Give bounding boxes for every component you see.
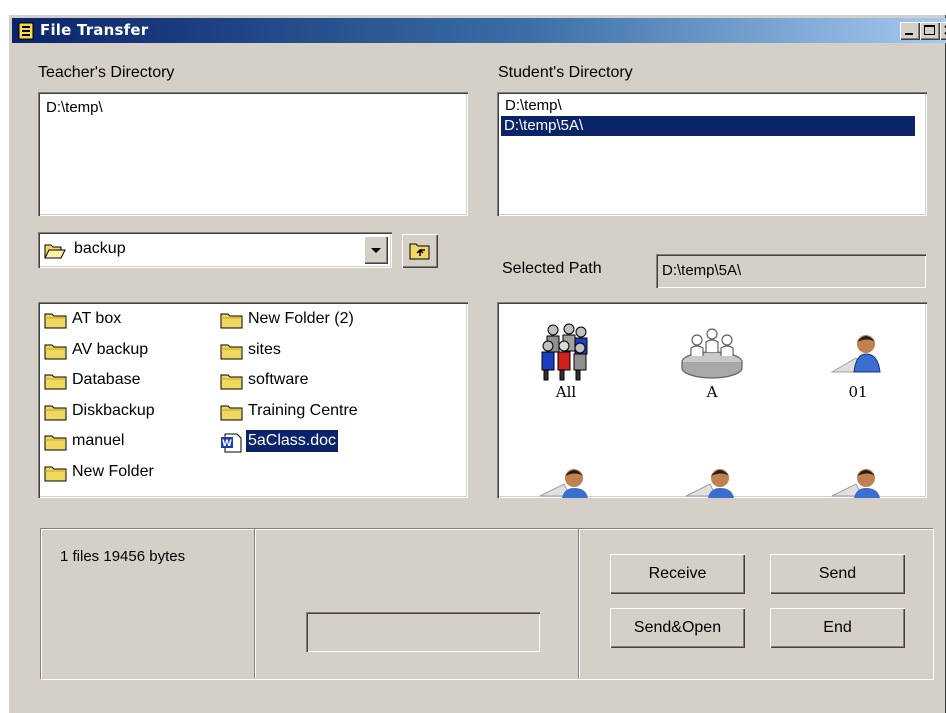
file-transfer-window: File Transfer Teacher's Directory D:\tem… [8,14,946,713]
status-divider [254,529,255,678]
teacher-file-list[interactable]: AT box AV backup Database Diskbackup manuel N… [38,302,468,498]
group-name: A [706,383,718,401]
file-name: sites [248,340,281,358]
file-name: manuel [72,432,125,449]
folder-icon [220,344,243,359]
student-computer-icon [685,469,734,498]
teacher-directory-label: Teacher's Directory [38,64,175,81]
file-name: Diskbackup [72,401,155,419]
chevron-down-icon [371,248,381,253]
minimize-icon [905,33,913,35]
group-name: 01 [848,383,868,401]
minimize-button[interactable] [900,22,920,40]
combo-dropdown-button[interactable] [364,236,388,264]
send-button[interactable]: Send [770,554,905,594]
folder-icon [44,466,67,481]
group-name: All [555,383,577,401]
class-table-icon [681,328,743,379]
teacher-directory-list[interactable]: D:\temp\ [38,92,468,216]
close-icon [944,25,946,35]
file-name: AV backup [72,340,149,358]
close-button[interactable] [940,22,946,40]
group-item-01[interactable]: 01 [803,320,913,402]
student-item[interactable] [803,466,913,498]
open-folder-icon [44,244,66,259]
student-item[interactable] [657,466,767,498]
app-icon [18,22,34,40]
folder-icon [220,374,243,390]
folder-icon [44,374,67,390]
folder-icon [44,435,67,451]
student-computer-icon [830,335,881,373]
progress-bar [306,612,540,652]
folder-icon [220,313,243,329]
student-item[interactable] [511,466,621,498]
group-item-a[interactable]: A [657,320,767,402]
group-people-icon [541,323,588,381]
folder-combo[interactable]: backup [38,232,392,268]
title-bar[interactable]: File Transfer [12,18,946,43]
maximize-icon [924,25,935,35]
student-directory-item[interactable]: D:\temp\ [502,96,565,116]
folder-icon [44,344,67,359]
student-computer-icon [539,469,588,498]
end-button[interactable]: End [770,608,905,648]
file-name: Training Centre [248,401,358,419]
window-title: File Transfer [40,21,149,39]
up-folder-icon [409,243,430,260]
maximize-button[interactable] [920,22,940,40]
receive-button[interactable]: Receive [610,554,745,594]
file-name: software [248,371,309,388]
student-directory-item-selected[interactable]: D:\temp\5A\ [501,116,915,136]
send-and-open-button[interactable]: Send&Open [610,608,745,648]
status-divider [578,529,579,678]
selected-path-label: Selected Path [502,260,602,277]
folder-icon [44,313,67,329]
student-group-view[interactable]: All A 01 [497,302,927,498]
file-name: 5aClass.doc [246,430,339,452]
folder-combo-value: backup [74,240,126,257]
student-computer-icon [831,469,880,498]
teacher-directory-item[interactable]: D:\temp\ [43,98,106,118]
file-name: New Folder (2) [248,310,354,327]
folder-icon [220,405,243,420]
file-name: New Folder [72,462,154,480]
student-directory-list[interactable]: D:\temp\ D:\temp\5A\ [497,92,927,216]
student-directory-label: Student's Directory [498,64,633,81]
file-name: Database [72,371,141,388]
selected-path-field: D:\temp\5A\ [656,254,926,288]
group-item-all[interactable]: All [511,320,621,402]
up-folder-button[interactable] [402,234,438,268]
file-summary: 1 files 19456 bytes [60,548,186,565]
selected-path-value: D:\temp\5A\ [662,262,742,279]
file-name: AT box [72,310,122,327]
svg-text:W: W [222,439,232,449]
word-document-icon: W [221,433,242,453]
folder-icon [44,405,67,420]
